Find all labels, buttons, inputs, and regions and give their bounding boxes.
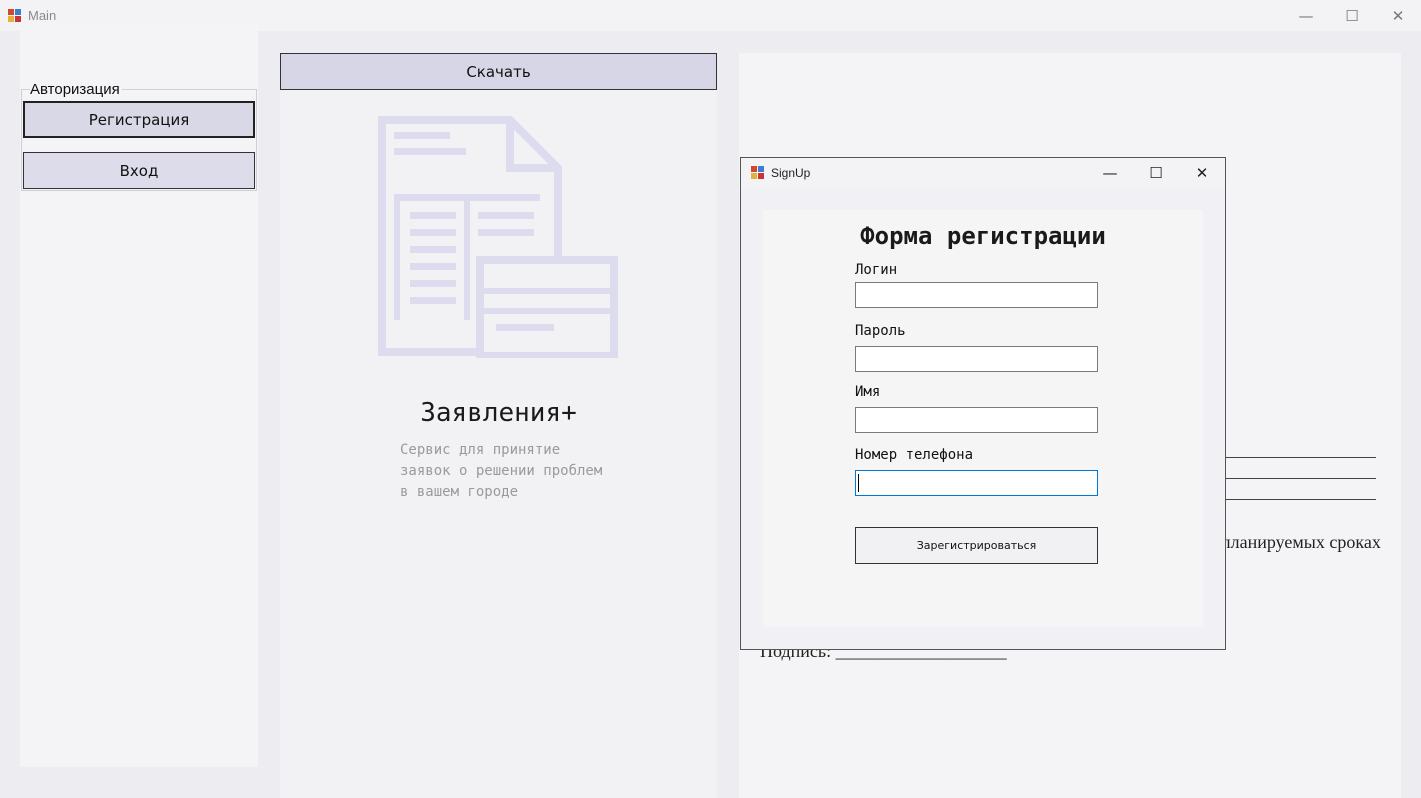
document-blank-line (1225, 499, 1376, 500)
signup-minimize-button[interactable]: — (1087, 158, 1133, 188)
close-button[interactable]: ✕ (1375, 0, 1421, 31)
brand-title: Заявления+ (420, 398, 577, 428)
login-field-label: Логин (855, 262, 898, 278)
app-icon (751, 166, 765, 180)
name-field[interactable] (855, 407, 1098, 433)
main-window-title: Main (28, 8, 57, 23)
document-blank-line (1225, 478, 1376, 479)
text-caret (858, 474, 859, 492)
signup-window-controls: — ☐ ✕ (1087, 158, 1225, 188)
login-field[interactable] (855, 282, 1098, 308)
password-field-label: Пароль (855, 323, 906, 339)
name-field-label: Имя (855, 384, 881, 400)
signup-title: SignUp (771, 166, 811, 180)
signup-form: Форма регистрации Логин Пароль Имя Номер… (763, 210, 1203, 627)
main-window-controls: — ☐ ✕ (1283, 0, 1421, 31)
app-icon (8, 8, 22, 23)
submit-registration-button[interactable]: Зарегистрироваться (855, 527, 1098, 564)
phone-field-label: Номер телефона (855, 447, 974, 463)
signup-maximize-button[interactable]: ☐ (1133, 158, 1179, 188)
brand-desc-line: Сервис для принятие (400, 442, 561, 458)
brand-desc-line: заявок о решении проблем (400, 463, 603, 479)
signup-dialog: SignUp — ☐ ✕ Форма регистрации Логин Пар… (740, 157, 1226, 650)
password-field[interactable] (855, 346, 1098, 372)
documents-illustration-icon (378, 116, 618, 358)
signup-close-button[interactable]: ✕ (1179, 158, 1225, 188)
document-planned-text: планируемых сроках (1221, 532, 1381, 552)
brand-desc-line: в вашем городе (400, 484, 519, 500)
login-button[interactable]: Вход (23, 152, 255, 189)
auth-group-label: Авторизация (30, 81, 122, 99)
phone-field[interactable] (855, 470, 1098, 496)
form-title: Форма регистрации (860, 222, 1106, 250)
signup-titlebar: SignUp — ☐ ✕ (741, 158, 1225, 188)
document-blank-line (1225, 457, 1376, 458)
register-button[interactable]: Регистрация (23, 101, 255, 138)
maximize-button[interactable]: ☐ (1329, 0, 1375, 31)
download-button[interactable]: Скачать (280, 53, 717, 90)
brand-description: Сервис для принятие заявок о решении про… (400, 440, 640, 503)
minimize-button[interactable]: — (1283, 0, 1329, 31)
